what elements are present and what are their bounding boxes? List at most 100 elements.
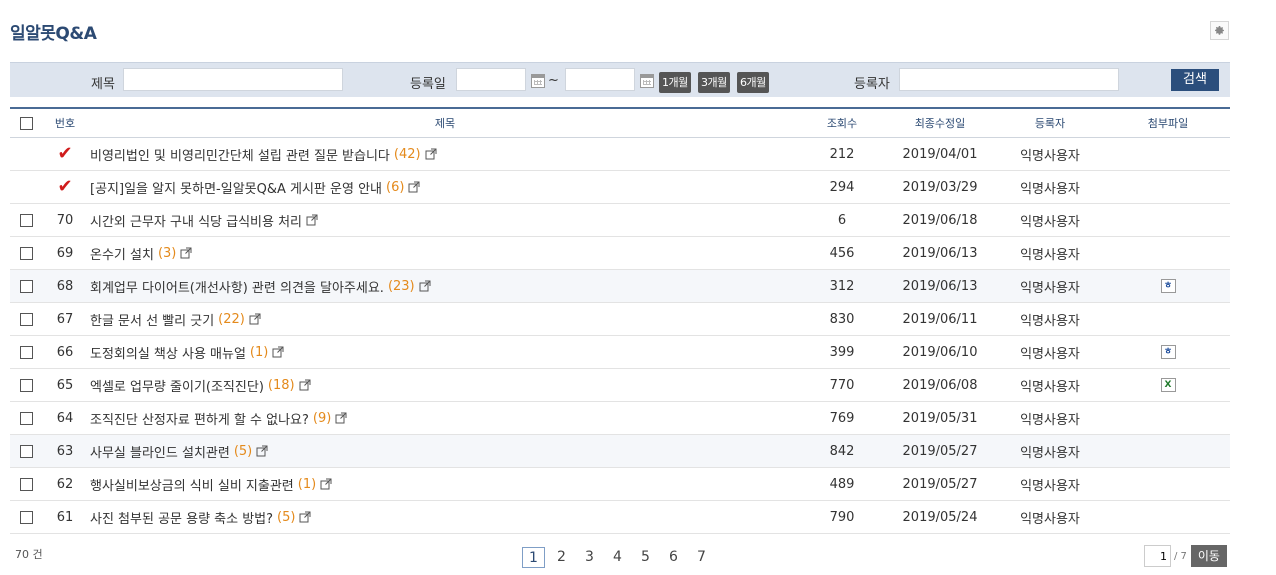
open-new-window-icon[interactable]: [335, 412, 347, 424]
page-link[interactable]: 1: [522, 547, 545, 568]
page-number-input[interactable]: [1144, 545, 1171, 567]
author-name: 익명사용자: [1020, 511, 1080, 527]
page-link[interactable]: 7: [690, 547, 713, 568]
select-all-checkbox[interactable]: [20, 116, 33, 130]
gear-icon: [1215, 26, 1224, 35]
open-new-window-icon[interactable]: [320, 478, 332, 490]
post-subject-link[interactable]: 회계업무 다이어트(개선사항) 관련 의견을 달아주세요.: [90, 277, 384, 296]
post-subject-link[interactable]: [공지]일을 알지 못하면-일알못Q&A 게시판 운영 안내: [90, 178, 382, 197]
post-subject-link[interactable]: 도정회의실 책상 사용 매뉴얼: [90, 343, 246, 362]
view-count: 312: [829, 278, 855, 294]
table-row[interactable]: 68 회계업무 다이어트(개선사항) 관련 의견을 달아주세요. (23) 312 20…: [10, 270, 1230, 303]
calendar-icon[interactable]: [531, 74, 545, 88]
open-new-window-icon[interactable]: [256, 445, 268, 457]
open-new-window-icon[interactable]: [180, 247, 192, 259]
author-name: 익명사용자: [1020, 247, 1080, 263]
post-subject-link[interactable]: 온수기 설치: [90, 244, 154, 263]
excel-file-icon[interactable]: X: [1160, 378, 1176, 392]
table-row[interactable]: ✔ 비영리법인 및 비영리민간단체 설립 관련 질문 받습니다 (42) 212 201…: [10, 138, 1230, 171]
open-new-window-icon[interactable]: [419, 280, 431, 292]
row-number: 69: [56, 245, 74, 261]
view-count: 212: [829, 146, 855, 162]
author-name: 익명사용자: [1020, 148, 1080, 164]
open-new-window-icon[interactable]: [408, 181, 420, 193]
author-name: 익명사용자: [1020, 379, 1080, 395]
end-date-input[interactable]: [565, 68, 635, 91]
search-button[interactable]: 검색: [1171, 69, 1219, 91]
table-row[interactable]: 67 한글 문서 선 빨리 긋기 (22) 830 2019/06/11 익명사용자: [10, 303, 1230, 336]
page-link[interactable]: 3: [578, 547, 601, 568]
view-count: 294: [829, 179, 855, 195]
open-new-window-icon[interactable]: [306, 214, 318, 226]
open-new-window-icon[interactable]: [272, 346, 284, 358]
date-label: 등록일: [410, 77, 446, 92]
open-new-window-icon[interactable]: [249, 313, 261, 325]
header-subject: 제목: [434, 117, 456, 130]
post-subject-link[interactable]: 사무실 블라인드 설치관련: [90, 442, 230, 461]
page-link[interactable]: 2: [550, 547, 573, 568]
period-3-month-button[interactable]: 3개월: [698, 72, 730, 93]
table-row[interactable]: 66 도정회의실 책상 사용 매뉴얼 (1) 399 2019/06/10 익명사용자 ㅎ: [10, 336, 1230, 369]
comment-count: (6): [386, 179, 405, 195]
settings-button[interactable]: [1210, 21, 1229, 40]
header-views: 조회수: [826, 117, 858, 130]
post-subject-link[interactable]: 행사실비보상금의 식비 실비 지출관련: [90, 475, 294, 494]
table-row[interactable]: 64 조직진단 산정자료 편하게 할 수 없나요? (9) 769 2019/05/31…: [10, 402, 1230, 435]
view-count: 6: [837, 212, 847, 228]
notice-check-icon: ✔: [57, 143, 73, 164]
post-subject-link[interactable]: 조직진단 산정자료 편하게 할 수 없나요?: [90, 409, 309, 428]
post-subject-link[interactable]: 엑셀로 업무량 줄이기(조직진단): [90, 376, 264, 395]
post-subject-link[interactable]: 사진 첨부된 공문 용량 축소 방법?: [90, 508, 273, 527]
row-checkbox[interactable]: [20, 213, 33, 227]
post-subject-link[interactable]: 한글 문서 선 빨리 긋기: [90, 310, 214, 329]
table-row[interactable]: 70 시간외 근무자 구내 식당 급식비용 처리 6 2019/06/18 익명사용자: [10, 204, 1230, 237]
total-count: 70 건: [15, 548, 43, 561]
author-name: 익명사용자: [1020, 478, 1080, 494]
hwp-file-icon[interactable]: ㅎ: [1160, 279, 1176, 293]
row-checkbox[interactable]: [20, 378, 33, 392]
row-checkbox[interactable]: [20, 345, 33, 359]
table-row[interactable]: 62 행사실비보상금의 식비 실비 지출관련 (1) 489 2019/05/27 익명사…: [10, 468, 1230, 501]
post-subject-link[interactable]: 비영리법인 및 비영리민간단체 설립 관련 질문 받습니다: [90, 145, 390, 164]
page-link[interactable]: 4: [606, 547, 629, 568]
open-new-window-icon[interactable]: [299, 511, 311, 523]
table-header: 번호 제목 조회수 최종수정일 등록자 첨부파일: [10, 109, 1230, 138]
modified-date: 2019/06/11: [902, 311, 978, 327]
row-number: 67: [56, 311, 74, 327]
page-link[interactable]: 5: [634, 547, 657, 568]
calendar-icon[interactable]: [640, 74, 654, 88]
period-6-month-button[interactable]: 6개월: [737, 72, 769, 93]
page-link[interactable]: 6: [662, 547, 685, 568]
table-row[interactable]: ✔ [공지]일을 알지 못하면-일알못Q&A 게시판 운영 안내 (6) 294 201…: [10, 171, 1230, 204]
table-row[interactable]: 65 엑셀로 업무량 줄이기(조직진단) (18) 770 2019/06/08 익명사용…: [10, 369, 1230, 402]
go-button[interactable]: 이동: [1190, 545, 1227, 567]
modified-date: 2019/06/18: [902, 212, 978, 228]
search-bar: 제목 등록일 ~ 1개월 3개월 6개월 등록자 검색: [10, 62, 1230, 97]
row-number: 66: [56, 344, 74, 360]
row-number: 64: [56, 410, 74, 426]
table-row[interactable]: 61 사진 첨부된 공문 용량 축소 방법? (5) 790 2019/05/24 익명사…: [10, 501, 1230, 534]
modified-date: 2019/03/29: [902, 179, 978, 195]
row-checkbox[interactable]: [20, 411, 33, 425]
hwp-file-icon[interactable]: ㅎ: [1160, 345, 1176, 359]
row-checkbox[interactable]: [20, 279, 33, 293]
row-checkbox[interactable]: [20, 246, 33, 260]
view-count: 770: [829, 377, 855, 393]
header-author: 등록자: [1034, 117, 1066, 130]
row-checkbox[interactable]: [20, 444, 33, 458]
open-new-window-icon[interactable]: [425, 148, 437, 160]
post-subject-link[interactable]: 시간외 근무자 구내 식당 급식비용 처리: [90, 211, 302, 230]
row-checkbox[interactable]: [20, 477, 33, 491]
row-checkbox[interactable]: [20, 312, 33, 326]
row-number: 70: [56, 212, 74, 228]
table-row[interactable]: 69 온수기 설치 (3) 456 2019/06/13 익명사용자: [10, 237, 1230, 270]
modified-date: 2019/05/27: [902, 476, 978, 492]
view-count: 456: [829, 245, 855, 261]
row-checkbox[interactable]: [20, 510, 33, 524]
subject-input[interactable]: [123, 68, 343, 91]
author-input[interactable]: [899, 68, 1119, 91]
period-1-month-button[interactable]: 1개월: [659, 72, 691, 93]
open-new-window-icon[interactable]: [299, 379, 311, 391]
table-row[interactable]: 63 사무실 블라인드 설치관련 (5) 842 2019/05/27 익명사용자: [10, 435, 1230, 468]
start-date-input[interactable]: [456, 68, 526, 91]
